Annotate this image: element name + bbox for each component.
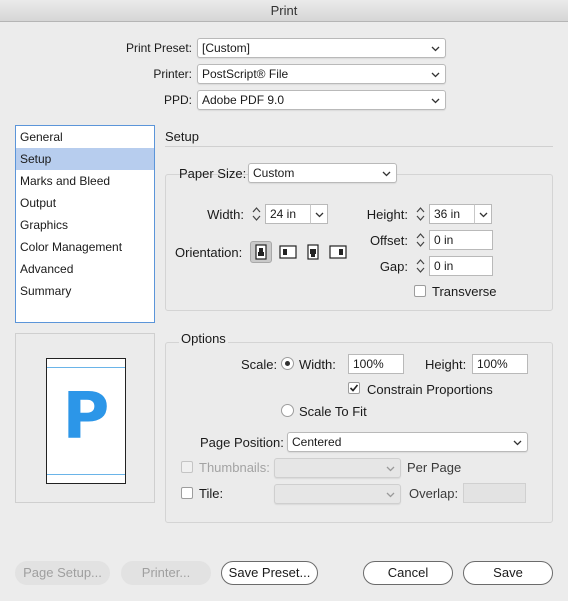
thumbnails-label: Thumbnails: xyxy=(199,460,270,475)
ppd-value: Adobe PDF 9.0 xyxy=(202,93,285,107)
sidebar-item-general[interactable]: General xyxy=(16,126,154,148)
paper-height-stepper[interactable] xyxy=(414,204,427,224)
ppd-popup[interactable]: Adobe PDF 9.0 xyxy=(197,90,446,110)
printer-label: Printer: xyxy=(153,67,192,81)
setup-heading: Setup xyxy=(165,129,199,144)
transverse-checkbox[interactable] xyxy=(414,285,426,297)
scale-width-label: Width: xyxy=(299,357,336,372)
offset-stepper[interactable] xyxy=(414,230,427,250)
scale-height-label: Height: xyxy=(425,357,467,372)
scale-height-field[interactable]: 100% xyxy=(472,354,528,374)
constrain-proportions-label: Constrain Proportions xyxy=(367,382,493,397)
page-position-label: Page Position: xyxy=(200,435,284,450)
setup-divider xyxy=(165,146,553,147)
chevron-down-icon xyxy=(386,490,395,499)
portrait-icon xyxy=(255,244,267,260)
scale-width-radio[interactable] xyxy=(281,357,294,370)
chevron-down-icon xyxy=(431,44,440,53)
gap-stepper[interactable] xyxy=(414,256,427,276)
sidebar-item-marks-and-bleed[interactable]: Marks and Bleed xyxy=(16,170,154,192)
print-preset-label: Print Preset: xyxy=(125,41,192,55)
landscape-orientation-button[interactable] xyxy=(277,241,299,263)
scale-width-field[interactable]: 100% xyxy=(348,354,404,374)
sidebar-item-output[interactable]: Output xyxy=(16,192,154,214)
paper-width-stepper[interactable] xyxy=(250,204,263,224)
paper-width-dropdown[interactable] xyxy=(310,204,328,224)
overlap-label: Overlap: xyxy=(409,486,459,501)
transverse-label: Transverse xyxy=(432,284,497,299)
options-heading: Options xyxy=(179,331,228,346)
paper-width-field[interactable]: 24 in xyxy=(265,204,311,224)
thumbnails-checkbox[interactable] xyxy=(181,461,193,473)
offset-label: Offset: xyxy=(369,233,408,248)
portrait-orientation-button[interactable] xyxy=(250,241,272,263)
sidebar-item-graphics[interactable]: Graphics xyxy=(16,214,154,236)
reverse-landscape-orientation-button[interactable] xyxy=(327,241,349,263)
scale-to-fit-label: Scale To Fit xyxy=(299,404,367,419)
tile-popup[interactable] xyxy=(274,484,401,504)
ppd-label: PPD: xyxy=(163,93,192,107)
printer-popup[interactable]: PostScript® File xyxy=(197,64,446,84)
sidebar-item-summary[interactable]: Summary xyxy=(16,280,154,302)
printer-button[interactable]: Printer... xyxy=(121,561,211,585)
page-setup-button[interactable]: Page Setup... xyxy=(15,561,110,585)
page-position-popup[interactable]: Centered xyxy=(287,432,528,452)
chevron-down-icon xyxy=(431,70,440,79)
print-preset-popup[interactable]: [Custom] xyxy=(197,38,446,58)
page-preview: P xyxy=(15,333,155,503)
thumbnails-popup[interactable] xyxy=(274,458,401,478)
scale-to-fit-radio[interactable] xyxy=(281,404,294,417)
chevron-down-icon xyxy=(386,464,395,473)
cancel-button[interactable]: Cancel xyxy=(363,561,453,585)
save-preset-button[interactable]: Save Preset... xyxy=(221,561,318,585)
page-position-value: Centered xyxy=(292,435,342,449)
chevron-down-icon xyxy=(431,96,440,105)
chevron-down-icon xyxy=(315,210,324,219)
window-title: Print xyxy=(0,0,568,22)
category-list[interactable]: General Setup Marks and Bleed Output Gra… xyxy=(15,125,155,323)
chevron-down-icon xyxy=(479,210,488,219)
print-dialog: Print Print Preset: [Custom] Printer: Po… xyxy=(0,0,568,601)
sidebar-item-setup[interactable]: Setup xyxy=(16,148,154,170)
tile-label: Tile: xyxy=(199,486,224,501)
per-page-label: Per Page xyxy=(407,460,462,475)
sidebar-item-color-management[interactable]: Color Management xyxy=(16,236,154,258)
printer-value: PostScript® File xyxy=(202,67,289,81)
preview-letter: P xyxy=(62,380,110,454)
paper-size-popup[interactable]: Custom xyxy=(248,163,397,183)
paper-height-dropdown[interactable] xyxy=(474,204,492,224)
sidebar-item-advanced[interactable]: Advanced xyxy=(16,258,154,280)
save-button[interactable]: Save xyxy=(463,561,553,585)
constrain-proportions-checkbox[interactable] xyxy=(348,382,360,394)
landscape-icon xyxy=(279,245,297,259)
orientation-label: Orientation: xyxy=(175,245,243,260)
paper-size-value: Custom xyxy=(253,166,295,180)
tile-checkbox[interactable] xyxy=(181,487,193,499)
reverse-landscape-icon xyxy=(329,245,347,259)
overlap-field[interactable] xyxy=(463,483,526,503)
paper-height-field[interactable]: 36 in xyxy=(429,204,475,224)
preview-page: P xyxy=(46,358,126,484)
chevron-down-icon xyxy=(382,169,391,178)
checkmark-icon xyxy=(349,384,359,392)
reverse-portrait-icon xyxy=(307,244,319,260)
reverse-portrait-orientation-button[interactable] xyxy=(302,241,324,263)
chevron-down-icon xyxy=(513,438,522,447)
print-preset-value: [Custom] xyxy=(202,41,251,55)
gap-field[interactable]: 0 in xyxy=(429,256,493,276)
gap-label: Gap: xyxy=(379,259,408,274)
paper-size-label: Paper Size: xyxy=(179,166,247,181)
paper-height-label: Height: xyxy=(366,207,408,222)
offset-field[interactable]: 0 in xyxy=(429,230,493,250)
paper-width-label: Width: xyxy=(207,207,244,222)
scale-label: Scale: xyxy=(241,357,278,372)
